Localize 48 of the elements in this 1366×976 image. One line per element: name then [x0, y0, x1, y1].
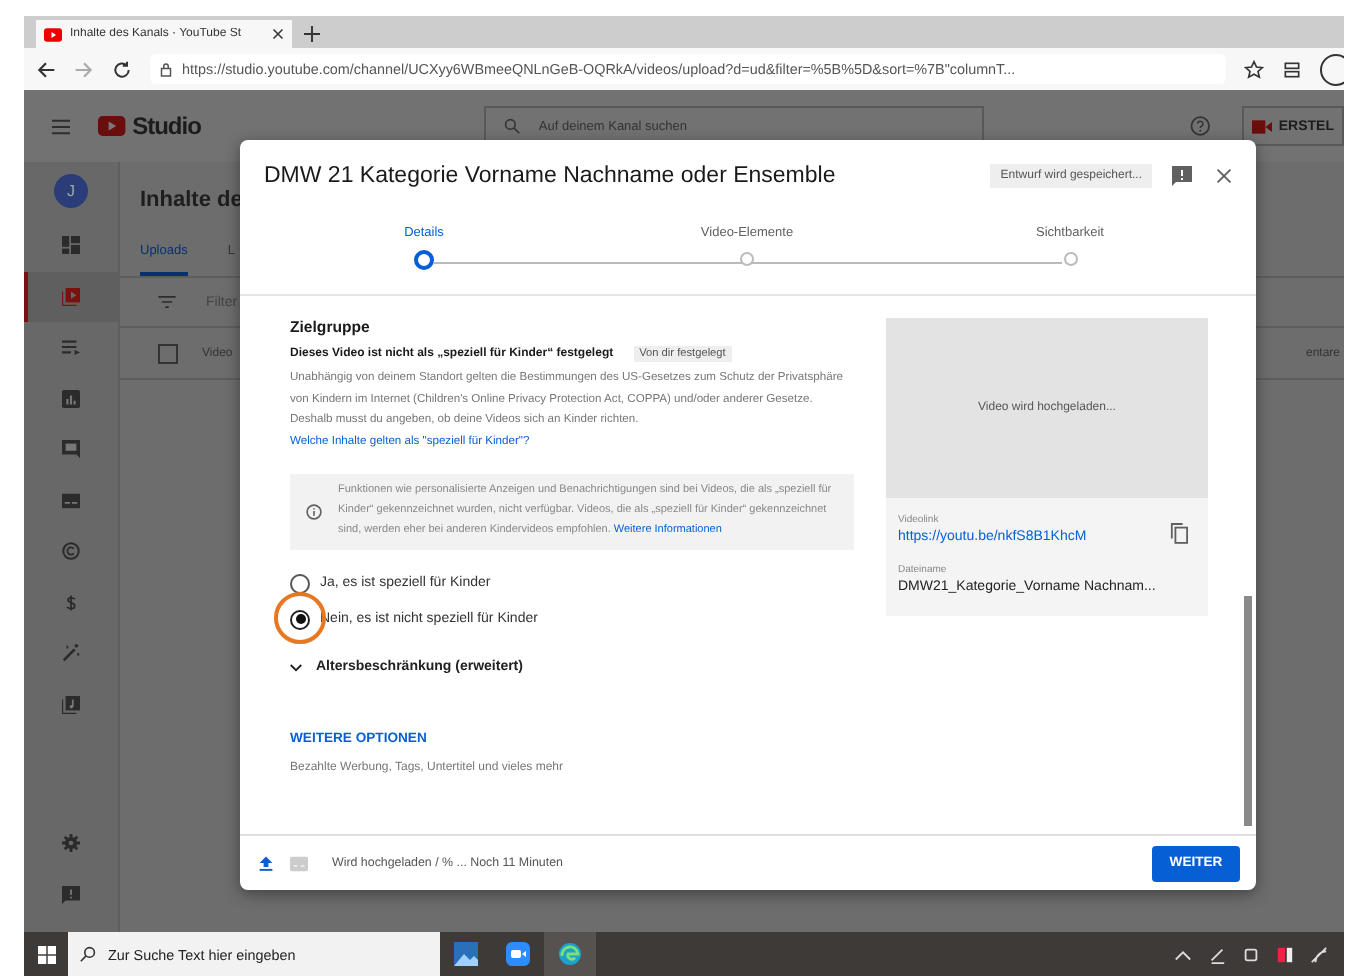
dialog-title: DMW 21 Kategorie Vorname Nachname oder Ensemble [264, 164, 838, 188]
radio-button[interactable] [290, 573, 310, 594]
help-icon[interactable] [1190, 114, 1211, 138]
close-icon[interactable] [1216, 168, 1232, 184]
checkbox[interactable] [158, 343, 178, 363]
feedback-icon [62, 885, 80, 904]
browser-icon [558, 942, 582, 966]
playlist-icon [62, 338, 80, 357]
back-icon[interactable] [36, 59, 56, 79]
profile-button[interactable] [1320, 53, 1344, 85]
upload-icon [258, 854, 274, 872]
lock-icon [160, 61, 172, 77]
pen-icon[interactable] [1208, 945, 1226, 963]
windows-icon [37, 945, 55, 963]
close-icon[interactable] [272, 28, 284, 40]
reload-icon[interactable] [112, 59, 132, 79]
hd-icon [290, 855, 308, 871]
radio-button[interactable] [290, 609, 310, 630]
play-logo-icon [44, 27, 62, 41]
app-tray-icon[interactable] [1276, 945, 1294, 963]
settings-icon [62, 834, 80, 853]
menu-icon[interactable] [52, 117, 71, 135]
photos-icon [454, 942, 478, 966]
scrollbar-thumb[interactable] [1244, 596, 1252, 826]
subtitles-icon [62, 491, 80, 510]
filter-icon[interactable] [158, 296, 176, 308]
star-icon[interactable] [1244, 59, 1264, 79]
video-camera-icon [506, 942, 530, 966]
copy-icon[interactable] [1170, 522, 1188, 544]
copyright-icon [62, 542, 80, 561]
audio-library-icon [62, 695, 80, 714]
info-icon [306, 503, 322, 520]
bar-chart-icon [62, 389, 80, 408]
dollar-icon [62, 593, 80, 612]
taskbar-app[interactable] [544, 932, 596, 976]
search-icon [504, 118, 521, 134]
logo-text: Studio [132, 112, 201, 140]
new-tab-icon[interactable] [304, 26, 320, 42]
comment-icon [62, 440, 80, 459]
dashboard-icon [62, 236, 80, 255]
magic-wand-icon [62, 644, 80, 663]
camera-icon [1252, 119, 1273, 133]
collections-icon[interactable] [1282, 59, 1302, 79]
avatar[interactable]: J [54, 174, 88, 208]
search-icon [80, 946, 96, 962]
play-logo-icon [98, 114, 127, 138]
feedback-icon[interactable] [1172, 166, 1192, 186]
video-library-icon [62, 287, 80, 306]
